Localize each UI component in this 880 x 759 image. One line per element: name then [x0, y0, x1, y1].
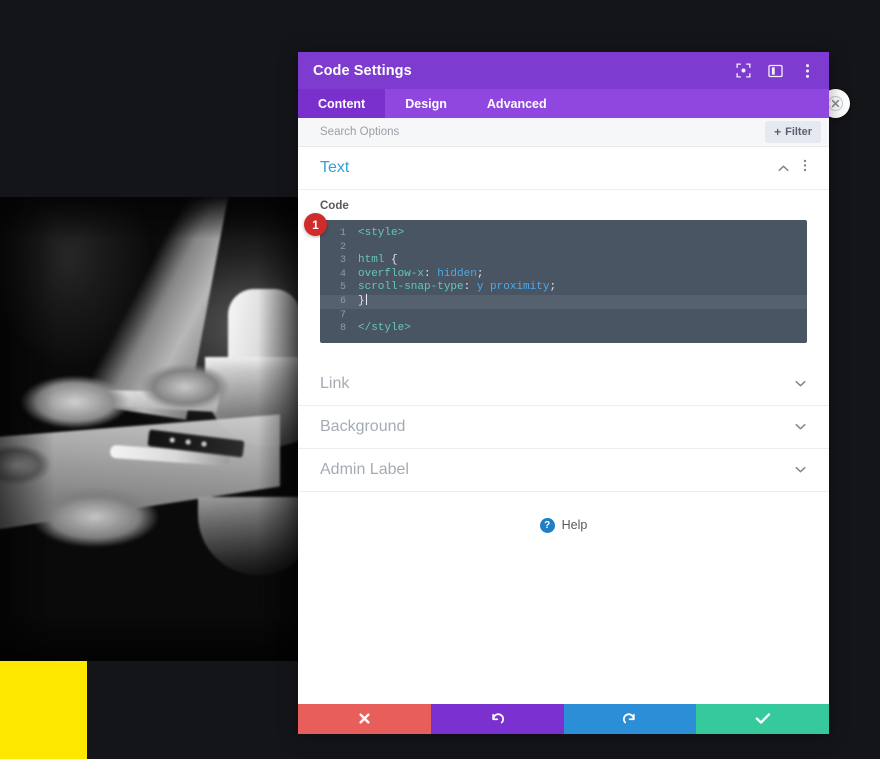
code-line[interactable]: 6} [320, 294, 807, 309]
modal-action-bar [298, 703, 829, 734]
code-line-number: 5 [339, 282, 346, 294]
code-editor[interactable]: 1 <style> 2 3 html { 4 overflow-x: hidden; 5 scr… [320, 220, 807, 343]
tab-advanced[interactable]: Advanced [467, 89, 567, 118]
tab-design[interactable]: Design [385, 89, 467, 118]
kebab-menu-icon[interactable] [799, 63, 815, 79]
undo-button[interactable] [430, 703, 564, 734]
code-line-number: 2 [339, 241, 346, 253]
cancel-button[interactable] [298, 703, 431, 734]
code-line[interactable]: 1 <style> [320, 227, 807, 241]
fullscreen-icon[interactable] [735, 63, 751, 79]
section-controls-link [794, 377, 807, 390]
filter-button-label: Filter [785, 126, 812, 138]
code-line-number: 8 [339, 323, 346, 335]
section-header-admin-label[interactable]: Admin Label [298, 449, 829, 492]
code-field-label: Code [320, 200, 349, 212]
modal-titlebar: Code Settings [298, 52, 829, 89]
modal-tabs: Content Design Advanced [298, 89, 829, 118]
section-title-admin-label: Admin Label [320, 460, 409, 478]
save-button[interactable] [696, 703, 829, 734]
hero-photo [0, 197, 300, 661]
plus-icon: + [774, 125, 782, 139]
redo-button[interactable] [563, 703, 697, 734]
code-line[interactable]: 8 </style> [320, 322, 807, 336]
section-title-background: Background [320, 417, 406, 435]
section-controls-text [777, 159, 807, 177]
code-line-text: html { [358, 254, 398, 267]
chevron-down-icon[interactable] [794, 420, 807, 433]
section-kebab-icon[interactable] [803, 159, 807, 177]
code-line-number: 3 [339, 255, 346, 267]
code-settings-modal: Code Settings Content Design Advanced Se… [298, 52, 829, 734]
modal-empty-space [298, 560, 829, 704]
tab-content[interactable]: Content [298, 89, 386, 118]
code-line[interactable]: 3 html { [320, 254, 807, 268]
code-line-text: scroll-snap-type: y proximity; [358, 281, 557, 294]
section-title-text: Text [320, 159, 350, 176]
section-title-link: Link [320, 374, 350, 392]
chevron-up-icon[interactable] [777, 162, 790, 175]
modal-title: Code Settings [313, 62, 412, 79]
code-line-number: 6 [339, 295, 346, 307]
code-line-text: overflow-x: hidden; [358, 267, 484, 280]
question-mark-icon: ? [539, 517, 555, 533]
section-controls-background [794, 420, 807, 433]
help-link[interactable]: ? Help [298, 492, 829, 561]
section-header-text[interactable]: Text [298, 147, 829, 190]
text-caret [365, 294, 367, 306]
code-line-text: </style> [358, 322, 411, 335]
section-header-link[interactable]: Link [298, 363, 829, 406]
redo-arrow-icon [623, 713, 636, 724]
chevron-down-icon[interactable] [794, 463, 807, 476]
section-controls-admin-label [794, 463, 807, 476]
code-editor-shell: 1 1 <style> 2 3 html { 4 overflow-x: hidden; 5 s… [304, 213, 807, 343]
split-view-icon[interactable] [767, 63, 783, 79]
code-field: Code 1 1 <style> 2 3 html { 4 overflow-x: hidd… [298, 190, 829, 363]
code-line[interactable]: 4 overflow-x: hidden; [320, 268, 807, 282]
photo-vignette [0, 197, 300, 661]
checkmark-icon [755, 713, 770, 724]
modal-titlebar-icons [735, 63, 815, 79]
undo-arrow-icon [491, 713, 504, 724]
search-options-bar: Search Options + Filter [298, 118, 829, 147]
code-line[interactable]: 7 [320, 309, 807, 323]
code-line-number: 7 [339, 309, 346, 321]
filter-button[interactable]: + Filter [765, 121, 821, 143]
modal-body: Text Code 1 1 <style> 2 3 html {4 overf… [298, 147, 829, 704]
chevron-down-icon[interactable] [794, 377, 807, 390]
code-line-number: 4 [339, 268, 346, 280]
code-line-number: 1 [339, 228, 346, 239]
code-line[interactable]: 2 [320, 241, 807, 255]
code-line-text: <style> [358, 227, 405, 239]
code-line[interactable]: 5 scroll-snap-type: y proximity; [320, 281, 807, 295]
close-x-icon [359, 713, 370, 724]
yellow-accent-block [0, 661, 87, 759]
step-badge: 1 [304, 213, 327, 236]
search-input[interactable]: Search Options [320, 126, 765, 138]
code-line-text: } [358, 294, 367, 308]
help-label: Help [561, 518, 588, 533]
section-header-background[interactable]: Background [298, 406, 829, 449]
